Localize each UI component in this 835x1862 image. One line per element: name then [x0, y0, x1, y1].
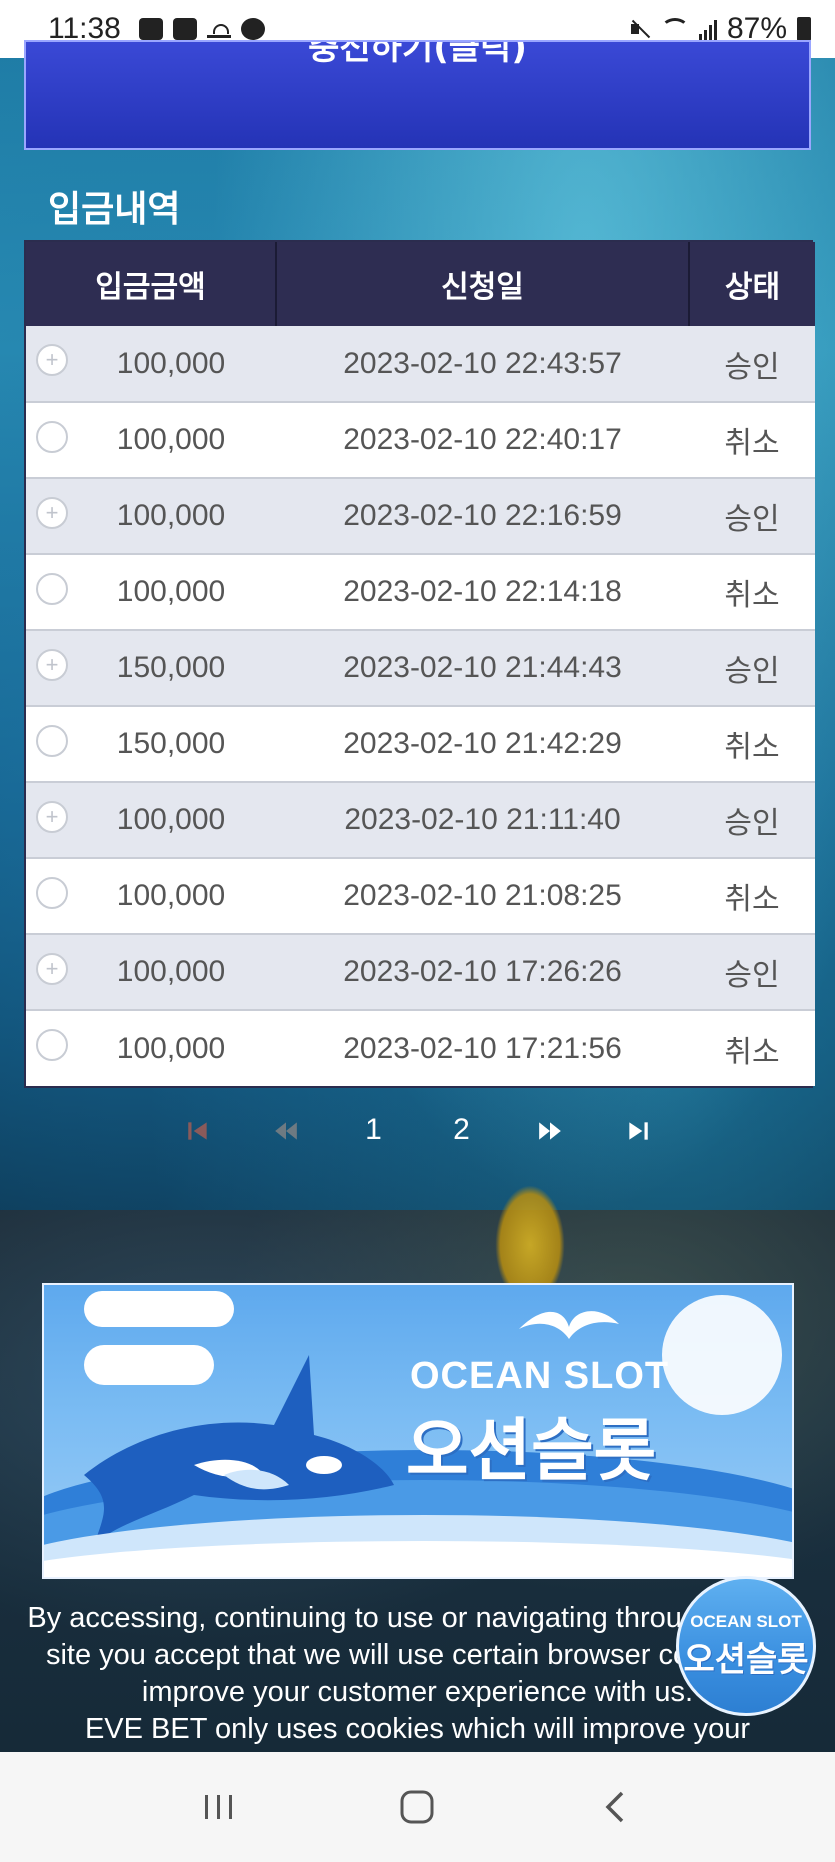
row-status: 승인: [689, 326, 815, 403]
row-status: 취소: [689, 402, 815, 479]
next-page-icon[interactable]: [506, 1113, 594, 1147]
badge-title-ko: 오션슬롯: [683, 1639, 809, 1680]
row-amount: 100,000: [116, 803, 226, 836]
sun-decoration: [662, 1295, 782, 1415]
expand-plus-icon[interactable]: +: [36, 953, 68, 985]
expand-plus-icon[interactable]: +: [36, 497, 68, 529]
row-amount: 100,000: [116, 879, 226, 912]
table-row[interactable]: +150,000 2023-02-10 21:44:43 승인: [26, 630, 815, 707]
row-amount: 100,000: [116, 423, 226, 456]
row-date: 2023-02-10 21:44:43: [276, 630, 689, 707]
table-row[interactable]: 100,000 2023-02-10 22:40:17 취소: [26, 402, 815, 479]
charge-button-label: 충전하기(클릭): [308, 40, 527, 68]
wifi-icon: [660, 18, 689, 40]
table-row[interactable]: +100,000 2023-02-10 22:16:59 승인: [26, 478, 815, 555]
row-amount: 100,000: [116, 1031, 226, 1065]
row-status: 취소: [689, 554, 815, 631]
row-status: 승인: [689, 478, 815, 555]
row-date: 2023-02-10 17:26:26: [276, 934, 689, 1011]
row-status: 취소: [689, 706, 815, 783]
row-status: 승인: [689, 630, 815, 707]
expand-plus-icon[interactable]: +: [36, 649, 68, 681]
row-date: 2023-02-10 21:08:25: [276, 858, 689, 935]
row-status: 취소: [689, 1010, 815, 1086]
seagull-icon: [519, 1311, 619, 1339]
expand-circle-icon[interactable]: [36, 877, 68, 909]
expand-plus-icon[interactable]: +: [36, 344, 68, 376]
pagination: 1 2: [0, 1100, 835, 1160]
table-row[interactable]: +100,000 2023-02-10 21:11:40 승인: [26, 782, 815, 859]
ocean-slot-banner[interactable]: OCEAN SLOT 오션슬롯: [42, 1283, 794, 1579]
prev-page-icon[interactable]: [242, 1113, 330, 1147]
header-amount: 입금금액: [26, 242, 277, 326]
row-amount: 150,000: [116, 651, 226, 684]
cookie-line: EVE BET only uses cookies which will imp…: [84, 1713, 751, 1745]
row-date: 2023-02-10 22:16:59: [276, 478, 689, 555]
row-amount: 100,000: [116, 346, 226, 380]
row-amount: 150,000: [116, 727, 226, 760]
table-row[interactable]: +100,000 2023-02-10 22:43:57 승인: [26, 326, 815, 403]
signal-icon: [698, 18, 717, 40]
last-page-icon[interactable]: [594, 1113, 682, 1147]
badge-title-en: OCEAN SLOT: [690, 1611, 802, 1631]
weather-icon: [206, 20, 231, 38]
navigation-bar: [0, 1752, 835, 1862]
battery-icon: [797, 17, 811, 41]
expand-circle-icon[interactable]: [36, 421, 68, 453]
page-1-link[interactable]: 1: [330, 1113, 418, 1147]
expand-circle-icon[interactable]: [36, 1029, 68, 1061]
table-row[interactable]: 100,000 2023-02-10 17:21:56 취소: [26, 1010, 815, 1086]
header-status: 상태: [689, 242, 815, 326]
table-row[interactable]: 100,000 2023-02-10 21:08:25 취소: [26, 858, 815, 935]
row-status: 승인: [689, 934, 815, 1011]
row-date: 2023-02-10 22:40:17: [276, 402, 689, 479]
section-title: 입금내역: [48, 189, 181, 230]
camera-icon: [172, 18, 197, 40]
mute-icon: [629, 18, 651, 40]
row-amount: 100,000: [116, 575, 226, 608]
deposit-history-table: 입금금액 신청일 상태 +100,000 2023-02-10 22:43:57…: [24, 240, 815, 1088]
charge-button[interactable]: 충전하기(클릭): [24, 40, 811, 150]
table-row[interactable]: +100,000 2023-02-10 17:26:26 승인: [26, 934, 815, 1011]
row-date: 2023-02-10 22:14:18: [276, 554, 689, 631]
table-row[interactable]: 100,000 2023-02-10 22:14:18 취소: [26, 554, 815, 631]
home-icon[interactable]: [387, 1777, 447, 1837]
first-page-icon[interactable]: [154, 1113, 242, 1147]
orca-icon: [84, 1355, 394, 1545]
app-notification-icon: [240, 18, 265, 40]
back-icon[interactable]: [586, 1777, 646, 1837]
row-date: 2023-02-10 17:21:56: [276, 1010, 689, 1086]
row-status: 취소: [689, 858, 815, 935]
table-header-row: 입금금액 신청일 상태: [26, 242, 815, 326]
expand-plus-icon[interactable]: +: [36, 801, 68, 833]
row-date: 2023-02-10 21:11:40: [276, 782, 689, 859]
row-date: 2023-02-10 22:43:57: [276, 326, 689, 403]
expand-circle-icon[interactable]: [36, 725, 68, 757]
cloud-decoration: [84, 1291, 234, 1327]
row-status: 승인: [689, 782, 815, 859]
row-amount: 100,000: [116, 499, 226, 532]
voicemail-icon: [138, 18, 163, 40]
header-date: 신청일: [276, 242, 690, 326]
banner-title-en: OCEAN SLOT: [410, 1355, 670, 1397]
expand-circle-icon[interactable]: [36, 573, 68, 605]
ocean-slot-floating-button[interactable]: OCEAN SLOT 오션슬롯: [676, 1576, 816, 1716]
row-amount: 100,000: [116, 955, 226, 988]
recent-apps-icon[interactable]: [189, 1777, 249, 1837]
row-date: 2023-02-10 21:42:29: [276, 706, 689, 783]
page-2-link[interactable]: 2: [418, 1113, 506, 1147]
banner-title-ko: 오션슬롯: [406, 1412, 657, 1491]
table-row[interactable]: 150,000 2023-02-10 21:42:29 취소: [26, 706, 815, 783]
